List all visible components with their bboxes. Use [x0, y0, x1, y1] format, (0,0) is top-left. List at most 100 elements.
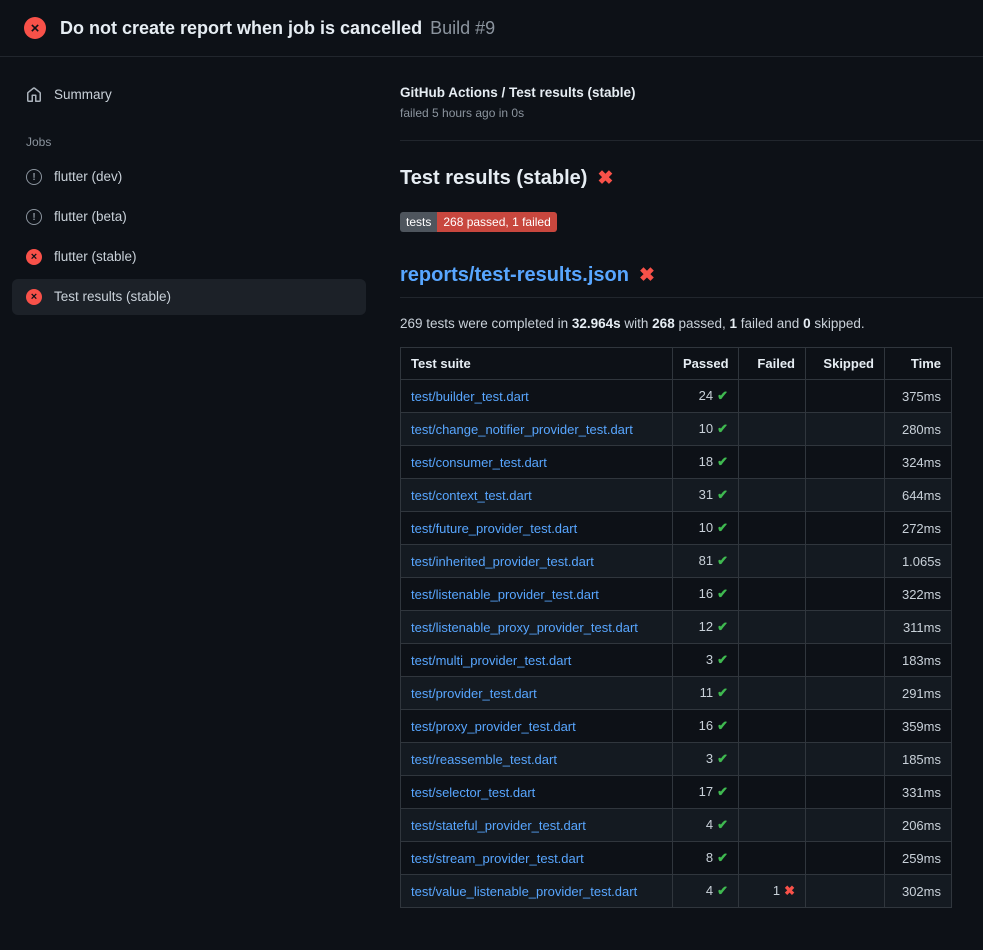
table-row: test/context_test.dart 31✔ 644ms [401, 479, 952, 512]
time-value: 272ms [902, 521, 941, 536]
home-icon [26, 87, 42, 103]
test-results-table: Test suite Passed Failed Skipped Time te… [400, 347, 952, 908]
failed-icon: × [26, 289, 42, 305]
check-icon: ✔ [717, 751, 728, 766]
check-icon: ✔ [717, 619, 728, 634]
report-link[interactable]: reports/test-results.json [400, 264, 629, 287]
table-row: test/change_notifier_provider_test.dart … [401, 413, 952, 446]
test-suite-link[interactable]: test/inherited_provider_test.dart [411, 554, 594, 569]
passed-count: 8 [706, 850, 713, 865]
section-heading: Test results (stable) ✖ [400, 167, 983, 190]
page-title: Do not create report when job is cancell… [60, 18, 422, 39]
test-suite-link[interactable]: test/change_notifier_provider_test.dart [411, 422, 633, 437]
passed-count: 81 [699, 553, 713, 568]
badge-value: 268 passed, 1 failed [437, 212, 556, 232]
column-header-passed: Passed [673, 348, 739, 380]
summary-text: with [621, 316, 653, 331]
time-value: 322ms [902, 587, 941, 602]
passed-count: 16 [699, 586, 713, 601]
passed-count: 3 [706, 652, 713, 667]
check-icon: ✔ [717, 718, 728, 733]
time-value: 375ms [902, 389, 941, 404]
time-value: 324ms [902, 455, 941, 470]
table-row: test/selector_test.dart 17✔ 331ms [401, 776, 952, 809]
test-suite-link[interactable]: test/listenable_proxy_provider_test.dart [411, 620, 638, 635]
test-suite-link[interactable]: test/reassemble_test.dart [411, 752, 557, 767]
sidebar-item-summary[interactable]: Summary [12, 77, 366, 113]
sidebar: Summary Jobs ! flutter (dev) ! flutter (… [0, 57, 380, 950]
sidebar-job-item[interactable]: × flutter (stable) [12, 239, 366, 275]
time-value: 302ms [902, 884, 941, 899]
passed-count: 10 [699, 520, 713, 535]
sidebar-job-item[interactable]: ! flutter (beta) [12, 199, 366, 235]
main-content: GitHub Actions / Test results (stable) f… [380, 57, 983, 950]
time-value: 359ms [902, 719, 941, 734]
summary-duration: 32.964s [572, 316, 621, 331]
time-value: 185ms [902, 752, 941, 767]
summary-failed-count: 1 [730, 316, 738, 331]
check-icon: ✔ [717, 883, 728, 898]
check-icon: ✔ [717, 784, 728, 799]
passed-count: 3 [706, 751, 713, 766]
test-suite-link[interactable]: test/value_listenable_provider_test.dart [411, 884, 637, 899]
summary-text: passed, [675, 316, 730, 331]
sidebar-job-item[interactable]: ! flutter (dev) [12, 159, 366, 195]
passed-count: 4 [706, 817, 713, 832]
summary-passed-count: 268 [652, 316, 675, 331]
failed-status-icon: × [24, 17, 46, 39]
status-line: failed 5 hours ago in 0s [400, 106, 983, 120]
table-row: test/reassemble_test.dart 3 ✔ 185ms [401, 743, 952, 776]
check-icon: ✔ [717, 454, 728, 469]
check-icon: ✔ [717, 817, 728, 832]
summary-skipped-count: 0 [803, 316, 811, 331]
column-header-time: Time [885, 348, 952, 380]
test-suite-link[interactable]: test/stream_provider_test.dart [411, 851, 584, 866]
check-icon: ✔ [717, 388, 728, 403]
job-list: ! flutter (dev) ! flutter (beta) × flutt… [12, 159, 366, 315]
time-value: 331ms [902, 785, 941, 800]
table-row: test/inherited_provider_test.dart 81✔ 1.… [401, 545, 952, 578]
sidebar-job-label: flutter (stable) [54, 249, 137, 265]
passed-count: 31 [699, 487, 713, 502]
test-suite-link[interactable]: test/multi_provider_test.dart [411, 653, 571, 668]
time-value: 644ms [902, 488, 941, 503]
time-value: 280ms [902, 422, 941, 437]
column-header-failed: Failed [739, 348, 806, 380]
test-suite-link[interactable]: test/provider_test.dart [411, 686, 537, 701]
neutral-icon: ! [26, 209, 42, 225]
time-value: 259ms [902, 851, 941, 866]
test-suite-link[interactable]: test/builder_test.dart [411, 389, 529, 404]
test-suite-link[interactable]: test/stateful_provider_test.dart [411, 818, 586, 833]
column-header-skipped: Skipped [806, 348, 885, 380]
table-row: test/multi_provider_test.dart 3✔ 183ms [401, 644, 952, 677]
divider [400, 140, 983, 141]
passed-count: 24 [699, 388, 713, 403]
sidebar-job-item[interactable]: × Test results (stable) [12, 279, 366, 315]
test-suite-link[interactable]: test/context_test.dart [411, 488, 532, 503]
x-icon: ✖ [597, 167, 613, 190]
test-suite-link[interactable]: test/selector_test.dart [411, 785, 535, 800]
time-value: 291ms [902, 686, 941, 701]
summary-text: 269 tests were completed in [400, 316, 572, 331]
x-icon: ✖ [639, 264, 655, 287]
table-row: test/listenable_proxy_provider_test.dart… [401, 611, 952, 644]
passed-count: 11 [700, 685, 714, 700]
test-suite-link[interactable]: test/consumer_test.dart [411, 455, 547, 470]
failed-icon: × [26, 249, 42, 265]
check-icon: ✔ [717, 586, 728, 601]
table-row: test/consumer_test.dart 18✔ 324ms [401, 446, 952, 479]
check-icon: ✔ [717, 520, 728, 535]
column-header-test-suite: Test suite [401, 348, 673, 380]
check-run-page: × Do not create report when job is cance… [0, 0, 983, 950]
table-row: test/builder_test.dart 24 ✔ 375ms [401, 380, 952, 413]
check-icon: ✔ [717, 652, 728, 667]
table-row: test/proxy_provider_test.dart 16✔ 359ms [401, 710, 952, 743]
neutral-icon: ! [26, 169, 42, 185]
jobs-section-label: Jobs [26, 135, 366, 149]
check-icon: ✔ [717, 553, 728, 568]
table-row: test/listenable_provider_test.dart 16 ✔ 3… [401, 578, 952, 611]
test-suite-link[interactable]: test/listenable_provider_test.dart [411, 587, 599, 602]
test-suite-link[interactable]: test/future_provider_test.dart [411, 521, 577, 536]
test-suite-link[interactable]: test/proxy_provider_test.dart [411, 719, 576, 734]
sidebar-job-label: Test results (stable) [54, 289, 171, 305]
